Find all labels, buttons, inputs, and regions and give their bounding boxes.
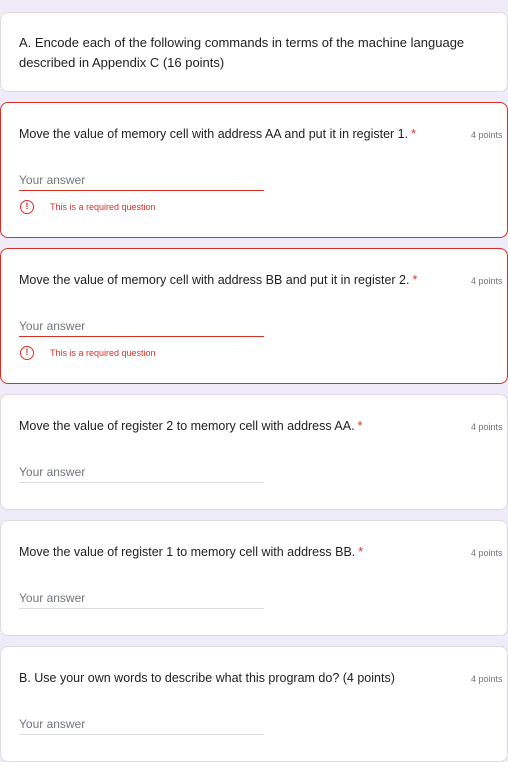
exclamation-circle-icon: !: [20, 346, 34, 360]
question-4-answer-input[interactable]: [19, 590, 264, 606]
question-2-title: Move the value of memory cell with addre…: [19, 271, 449, 289]
question-1-error: ! This is a required question: [20, 199, 156, 215]
required-asterisk: *: [412, 273, 418, 287]
question-3-answer-input[interactable]: [19, 464, 264, 480]
question-2-points: 4 points: [471, 276, 503, 286]
question-4-title-text: Move the value of register 1 to memory c…: [19, 545, 356, 559]
exclamation-circle-icon: !: [20, 200, 34, 214]
question-2-error-text: This is a required question: [50, 348, 156, 358]
question-4-points: 4 points: [471, 548, 503, 558]
question-b-answer-field[interactable]: [19, 715, 264, 735]
section-a-description: A. Encode each of the following commands…: [19, 35, 465, 70]
required-asterisk: *: [411, 127, 416, 141]
question-4-answer-field[interactable]: [19, 589, 264, 609]
question-1-answer-input[interactable]: [19, 172, 264, 188]
question-1-points: 4 points: [471, 130, 503, 140]
question-1-title: Move the value of memory cell with addre…: [19, 125, 449, 143]
question-1-error-text: This is a required question: [50, 202, 156, 212]
question-1-title-text: Move the value of memory cell with addre…: [19, 127, 409, 141]
question-3-card: Move the value of register 2 to memory c…: [0, 394, 508, 510]
question-3-title: Move the value of register 2 to memory c…: [19, 417, 449, 435]
question-3-title-text: Move the value of register 2 to memory c…: [19, 419, 355, 433]
question-2-title-text: Move the value of memory cell with addre…: [19, 273, 410, 287]
question-4-card: Move the value of register 1 to memory c…: [0, 520, 508, 636]
question-2-card: Move the value of memory cell with addre…: [0, 248, 508, 384]
question-b-answer-input[interactable]: [19, 716, 264, 732]
question-2-error: ! This is a required question: [20, 345, 156, 361]
section-a-card: A. Encode each of the following commands…: [0, 12, 508, 92]
question-2-answer-field[interactable]: [19, 317, 264, 337]
question-4-title: Move the value of register 1 to memory c…: [19, 543, 449, 561]
question-1-card: Move the value of memory cell with addre…: [0, 102, 508, 238]
question-b-card: B. Use your own words to describe what t…: [0, 646, 508, 762]
required-asterisk: *: [357, 419, 363, 433]
question-1-answer-field[interactable]: [19, 171, 264, 191]
question-b-title: B. Use your own words to describe what t…: [19, 671, 395, 685]
question-3-points: 4 points: [471, 422, 503, 432]
question-3-answer-field[interactable]: [19, 463, 264, 483]
question-b-points: 4 points: [471, 674, 503, 684]
required-asterisk: *: [358, 545, 364, 559]
question-2-answer-input[interactable]: [19, 318, 264, 334]
